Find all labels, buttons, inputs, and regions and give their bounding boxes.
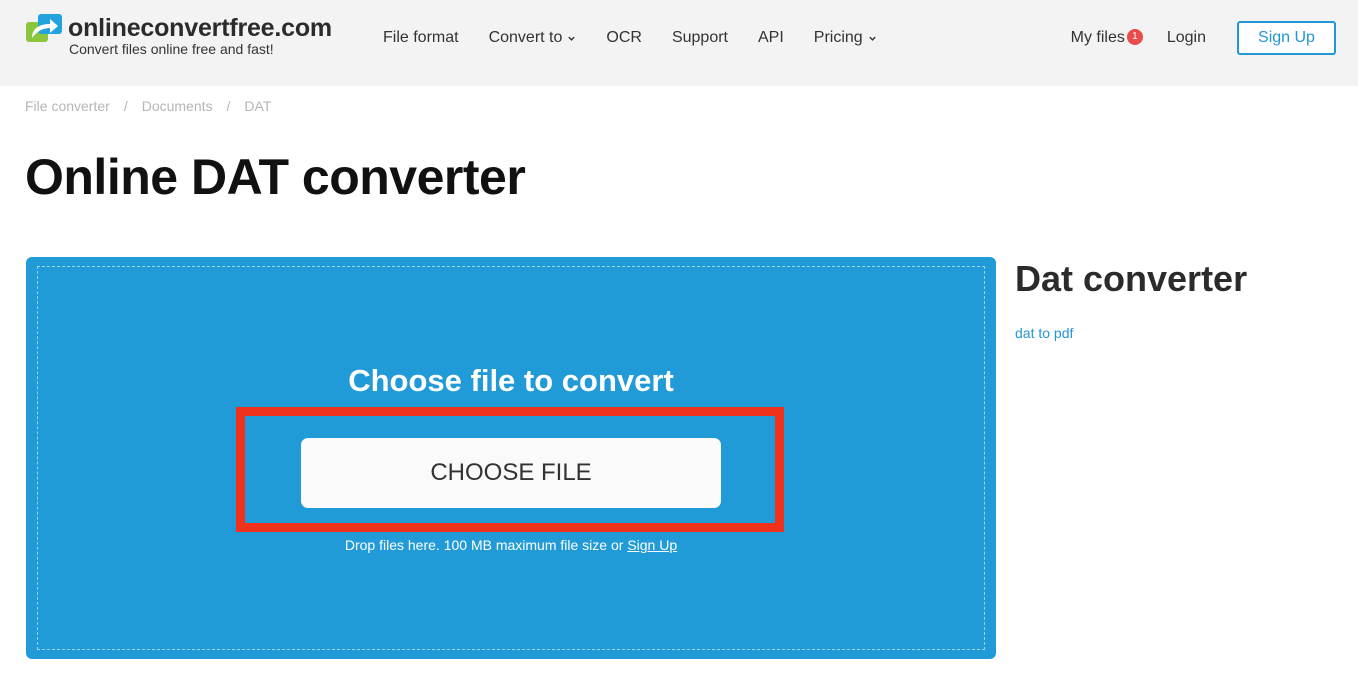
header: onlineconvertfree.com Convert files onli…	[0, 0, 1358, 86]
my-files-count-badge: 1	[1126, 29, 1143, 45]
main-nav: File format Convert to OCR Support API P…	[383, 27, 877, 49]
my-files-link[interactable]: My files 1	[1071, 29, 1143, 47]
drop-hint: Drop files here. 100 MB maximum file siz…	[26, 537, 996, 553]
chevron-down-icon	[868, 36, 876, 41]
page-title: Online DAT converter	[25, 149, 526, 205]
upload-title: Choose file to convert	[348, 363, 674, 398]
nav-ocr[interactable]: OCR	[606, 27, 642, 49]
logo-name: onlineconvertfree.com	[68, 14, 332, 42]
nav-label: OCR	[606, 29, 642, 46]
nav-file-format[interactable]: File format	[383, 27, 459, 49]
logo-tagline: Convert files online free and fast!	[69, 41, 274, 57]
logo[interactable]: onlineconvertfree.com Convert files onli…	[26, 14, 332, 57]
drop-hint-text: Drop files here. 100 MB maximum file siz…	[344, 537, 628, 553]
sidebar-link-dat-to-pdf[interactable]: dat to pdf	[1015, 325, 1073, 341]
breadcrumb-separator: /	[226, 98, 231, 114]
nav-support[interactable]: Support	[672, 27, 728, 49]
nav-api[interactable]: API	[758, 27, 784, 49]
breadcrumb-file-converter[interactable]: File converter	[25, 98, 110, 114]
account-nav: My files 1 Login Sign Up	[1071, 21, 1336, 55]
nav-label: API	[758, 29, 784, 46]
drop-hint-sign-up-link[interactable]: Sign Up	[627, 537, 677, 553]
nav-convert-to[interactable]: Convert to	[489, 27, 577, 49]
nav-label: Pricing	[813, 29, 863, 46]
nav-pricing[interactable]: Pricing	[814, 27, 877, 49]
swap-arrow-icon	[26, 14, 62, 44]
chevron-down-icon	[568, 36, 576, 41]
breadcrumb-separator: /	[123, 98, 128, 114]
login-link[interactable]: Login	[1167, 29, 1206, 47]
nav-label: File format	[383, 29, 459, 46]
file-drop-zone[interactable]: Choose file to convert CHOOSE FILE Drop …	[26, 257, 996, 659]
breadcrumb-dat[interactable]: DAT	[244, 98, 271, 114]
breadcrumb: File converter / Documents / DAT	[25, 98, 271, 114]
breadcrumb-documents[interactable]: Documents	[142, 98, 213, 114]
sidebar-title: Dat converter	[1015, 258, 1248, 299]
logo-text: onlineconvertfree.com Convert files onli…	[68, 14, 332, 57]
nav-label: Support	[671, 29, 728, 46]
my-files-label: My files	[1070, 29, 1125, 46]
sign-up-button[interactable]: Sign Up	[1237, 21, 1336, 55]
choose-file-button[interactable]: CHOOSE FILE	[301, 438, 721, 508]
nav-label: Convert to	[488, 29, 563, 46]
